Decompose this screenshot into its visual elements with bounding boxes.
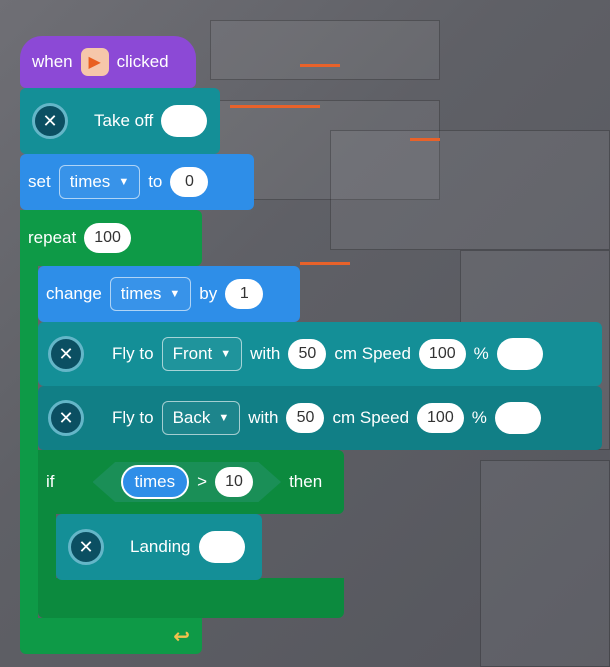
takeoff-block[interactable]: ✕ Take off — [20, 88, 220, 154]
loop-arrow-icon: ↩ — [173, 625, 190, 648]
direction-value: Front — [172, 344, 213, 363]
set-value-input[interactable]: 0 — [170, 167, 209, 197]
floor-edge — [410, 138, 440, 141]
change-variable-name: times — [120, 284, 162, 303]
repeat-block-footer: ↩ — [20, 618, 202, 654]
floor-edge — [300, 262, 350, 265]
landing-label: Landing — [130, 537, 191, 556]
floor-edge — [230, 105, 320, 108]
chevron-down-icon: ▼ — [118, 176, 130, 188]
distance-input[interactable]: 50 — [288, 339, 327, 369]
by-label: by — [199, 284, 218, 303]
if-block[interactable]: if times > 10 then — [38, 450, 344, 514]
compare-value-input[interactable]: 10 — [215, 467, 254, 497]
takeoff-label: Take off — [94, 111, 154, 130]
direction-value: Back — [172, 408, 211, 427]
landing-toggle[interactable] — [198, 531, 245, 563]
greater-than-label: > — [197, 472, 208, 491]
clicked-label: clicked — [116, 52, 169, 71]
change-variable-dropdown[interactable]: times ▼ — [109, 277, 192, 311]
fly-front-toggle[interactable] — [496, 338, 543, 370]
chevron-down-icon: ▼ — [218, 412, 230, 424]
floor-edge — [300, 64, 340, 67]
direction-dropdown-back[interactable]: Back ▼ — [161, 401, 241, 435]
chevron-down-icon: ▼ — [220, 348, 232, 360]
fly-to-front-block[interactable]: ✕ Fly to Front ▼ with 50 cm Speed 100 % — [38, 322, 602, 386]
change-label: change — [46, 284, 102, 303]
percent-label: % — [471, 408, 487, 427]
fly-back-label: Fly to — [112, 408, 154, 427]
if-block-footer — [38, 578, 344, 618]
landing-block[interactable]: ✕ Landing — [56, 514, 262, 580]
speed-input[interactable]: 100 — [417, 403, 464, 433]
fly-to-back-block[interactable]: ✕ Fly to Back ▼ with 50 cm Speed 100 % — [38, 386, 602, 450]
play-flag-icon: ▶ — [80, 48, 109, 76]
if-block-arm — [38, 514, 56, 580]
drone-icon: ✕ — [48, 336, 84, 372]
change-variable-block[interactable]: change times ▼ by 1 — [38, 266, 300, 322]
drone-icon: ✕ — [68, 529, 104, 565]
distance-input[interactable]: 50 — [286, 403, 325, 433]
speed-input[interactable]: 100 — [418, 339, 466, 369]
cm-speed-label: cm Speed — [332, 408, 410, 427]
direction-dropdown-front[interactable]: Front ▼ — [161, 337, 243, 371]
floor-tile — [330, 130, 610, 250]
percent-label: % — [473, 344, 489, 363]
with-label: with — [250, 344, 281, 363]
fly-front-label: Fly to — [112, 344, 154, 363]
then-label: then — [289, 472, 323, 491]
drone-icon: ✕ — [48, 400, 84, 436]
repeat-block-arm — [20, 266, 38, 622]
repeat-block[interactable]: repeat 100 — [20, 210, 202, 266]
when-label: when — [32, 52, 73, 71]
change-value-input[interactable]: 1 — [225, 279, 264, 309]
with-label: with — [248, 408, 279, 427]
floor-tile — [480, 460, 610, 667]
takeoff-toggle[interactable] — [161, 105, 208, 137]
variable-reporter[interactable]: times — [120, 465, 190, 499]
fly-back-toggle[interactable] — [494, 402, 541, 434]
if-label: if — [46, 472, 55, 491]
cm-speed-label: cm Speed — [334, 344, 411, 363]
floor-tile — [210, 20, 440, 80]
drone-icon: ✕ — [32, 103, 68, 139]
to-label: to — [148, 172, 163, 191]
set-label: set — [28, 172, 51, 191]
set-variable-block[interactable]: set times ▼ to 0 — [20, 154, 254, 210]
repeat-label: repeat — [28, 228, 77, 247]
when-clicked-block[interactable]: when ▶ clicked — [20, 36, 196, 88]
repeat-count-input[interactable]: 100 — [84, 223, 131, 253]
variable-name: times — [69, 172, 111, 191]
comparison-operator[interactable]: times > 10 — [92, 462, 282, 502]
chevron-down-icon: ▼ — [169, 288, 181, 300]
variable-dropdown[interactable]: times ▼ — [58, 165, 141, 199]
